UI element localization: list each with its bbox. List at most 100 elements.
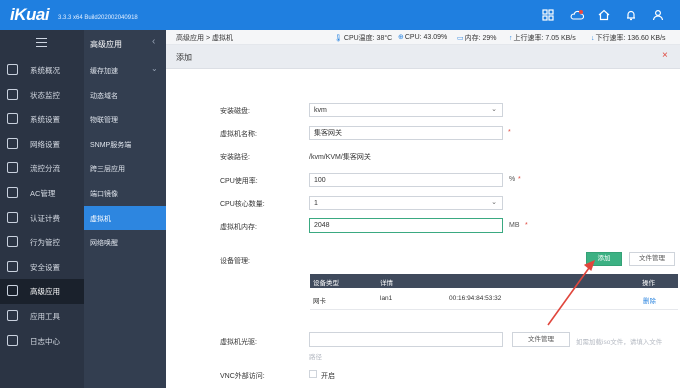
cdrom-hint-path: 路径 xyxy=(309,354,322,361)
sidebar-item-6[interactable]: 认证计费 xyxy=(0,206,84,231)
chevron-left-icon[interactable]: ‹ xyxy=(152,36,155,47)
sidebar-item-5[interactable]: AC管理 xyxy=(0,181,84,206)
vm-name-input[interactable]: 集客网关 xyxy=(309,126,503,140)
sidebar-item-4[interactable]: 流控分流 xyxy=(0,156,84,181)
name-label: 虚拟机名称: xyxy=(220,131,257,138)
subnav-item-label: 缓存加速 xyxy=(90,68,118,75)
gear-icon xyxy=(7,113,18,125)
subnav-title: 高级应用 xyxy=(90,40,122,49)
vm-name-value: 集客网关 xyxy=(314,130,342,137)
version-label: 3.3.3 x64 Build202002040918 xyxy=(58,15,138,21)
memory-icon: ▭ xyxy=(457,35,464,42)
sidebar-item-9[interactable]: 高级应用 xyxy=(0,279,84,304)
grid-icon[interactable] xyxy=(542,9,554,21)
required-mark: * xyxy=(525,222,528,229)
subnav-item-0[interactable]: 缓存加速 ⌄ xyxy=(84,58,166,83)
cpu-cores-label: CPU核心数量: xyxy=(220,201,265,208)
close-icon[interactable]: × xyxy=(662,50,668,61)
mem-stat: ▭内存: 29% xyxy=(457,33,497,43)
sidebar-item-8[interactable]: 安全设置 xyxy=(0,255,84,280)
chevron-down-icon: ⌄ xyxy=(491,199,497,206)
disk-label: 安装磁盘: xyxy=(220,108,250,115)
sidebar-item-11[interactable]: 日志中心 xyxy=(0,329,84,354)
chevron-down-icon: ⌄ xyxy=(491,106,497,113)
main-panel: 高级应用 > 虚拟机 🌡CPU温度: 38°C ⊕CPU: 43.09% ▭内存… xyxy=(166,30,680,388)
monitor-icon xyxy=(7,88,18,100)
menu-icon xyxy=(36,38,47,47)
subnav-item-label: 虚拟机 xyxy=(90,215,111,223)
cloud-icon[interactable] xyxy=(570,9,584,21)
status-bar: 高级应用 > 虚拟机 🌡CPU温度: 38°C ⊕CPU: 43.09% ▭内存… xyxy=(166,30,680,45)
memory-input[interactable]: 2048 xyxy=(309,218,503,233)
file-manage-button[interactable]: 文件管理 xyxy=(629,252,675,266)
sidebar-item-label: 高级应用 xyxy=(30,287,60,297)
cpu-stat: ⊕CPU: 43.09% xyxy=(398,33,447,41)
required-mark: * xyxy=(518,176,521,183)
cpu-temp-text: CPU温度: 38°C xyxy=(343,35,393,42)
subnav-item-label: 跨三层应用 xyxy=(90,166,125,174)
cpu-usage-unit: % xyxy=(509,176,516,183)
network-icon xyxy=(7,137,18,149)
home-icon[interactable] xyxy=(598,9,610,21)
cdrom-hint: 如需加载iso文件，请填入文件 xyxy=(576,339,663,346)
tools-icon xyxy=(7,310,18,321)
breadcrumb: 高级应用 > 虚拟机 xyxy=(176,35,233,42)
logo: iKuai xyxy=(10,5,50,24)
download-stat: ↓下行速率: 136.60 KB/s xyxy=(591,33,666,43)
subnav-item-1[interactable]: 动态域名 xyxy=(84,83,166,108)
cdrom-input[interactable] xyxy=(309,332,503,347)
sidebar-item-10[interactable]: 应用工具 xyxy=(0,304,84,329)
vnc-label: VNC外部访问: xyxy=(220,373,265,380)
ac-icon xyxy=(7,187,18,198)
sidebar-item-2[interactable]: 系统设置 xyxy=(0,107,84,132)
annotation-arrow-icon xyxy=(547,259,595,326)
sidebar-item-1[interactable]: 状态监控 xyxy=(0,83,84,108)
subnav-item-3[interactable]: SNMP服务端 xyxy=(84,132,166,157)
subnav-header[interactable]: 高级应用 ‹ xyxy=(84,30,166,58)
path-value: /kvm/KVM/集客网关 xyxy=(309,154,371,161)
cpu-usage-value: 100 xyxy=(314,177,326,184)
subnav-item-label: 网络唤醒 xyxy=(90,240,118,248)
bell-icon[interactable] xyxy=(625,9,637,21)
auth-icon xyxy=(7,211,18,223)
vnc-checkbox[interactable] xyxy=(309,370,317,378)
subnav-item-label: 端口镜像 xyxy=(90,191,118,198)
disk-select[interactable]: kvm ⌄ xyxy=(309,103,503,117)
device-table-header: 设备类型 详情 操作 xyxy=(310,274,678,288)
th-detail: 详情 xyxy=(380,280,393,287)
collapse-menu-button[interactable] xyxy=(0,30,84,58)
sidebar-item-3[interactable]: 网络设置 xyxy=(0,132,84,157)
user-icon[interactable] xyxy=(652,9,664,21)
cpu-cores-value: 1 xyxy=(314,200,318,207)
flow-icon xyxy=(7,162,18,174)
sidebar-item-label: 流控分流 xyxy=(30,164,60,174)
cdrom-file-button[interactable]: 文件管理 xyxy=(512,332,570,347)
cpu-cores-select[interactable]: 1 ⌄ xyxy=(309,196,503,210)
cpu-usage-input[interactable]: 100 xyxy=(309,173,503,187)
subnav-item-7[interactable]: 网络唤醒 xyxy=(84,230,166,255)
vnc-option-label: 开启 xyxy=(321,373,335,380)
arrow-up-icon: ↑ xyxy=(509,35,513,42)
cpu-temp-stat: 🌡CPU温度: 38°C xyxy=(334,33,392,43)
advanced-icon xyxy=(7,285,18,297)
subnav-item-6[interactable]: 虚拟机 xyxy=(84,205,166,231)
delete-device-link[interactable]: 删除 xyxy=(643,295,656,305)
device-name: lan1 xyxy=(380,295,393,302)
subnav-item-5[interactable]: 端口镜像 xyxy=(84,181,166,206)
upload-stat: ↑上行速率: 7.05 KB/s xyxy=(509,33,576,43)
sidebar-item-label: 系统设置 xyxy=(30,115,60,125)
table-row: 网卡 lan1 00:16:94:84:53:32 删除 xyxy=(310,288,678,310)
sidebar-item-label: 网络设置 xyxy=(30,139,60,149)
cpu-usage-label: CPU使用率: xyxy=(220,178,258,185)
required-mark: * xyxy=(508,129,511,136)
shield-icon xyxy=(7,260,18,272)
chevron-down-icon: ⌄ xyxy=(151,64,158,73)
subnav-item-2[interactable]: 物联管理 xyxy=(84,107,166,132)
subnav-item-label: SNMP服务端 xyxy=(90,141,132,149)
sidebar-item-0[interactable]: 系统概况 xyxy=(0,58,84,83)
subnav-item-4[interactable]: 跨三层应用 xyxy=(84,156,166,181)
top-bar: iKuai 3.3.3 x64 Build202002040918 xyxy=(0,0,680,30)
device-label: 设备管理: xyxy=(220,258,250,265)
sidebar-item-7[interactable]: 行为管控 xyxy=(0,230,84,255)
sidebar-item-label: 认证计费 xyxy=(30,213,60,223)
